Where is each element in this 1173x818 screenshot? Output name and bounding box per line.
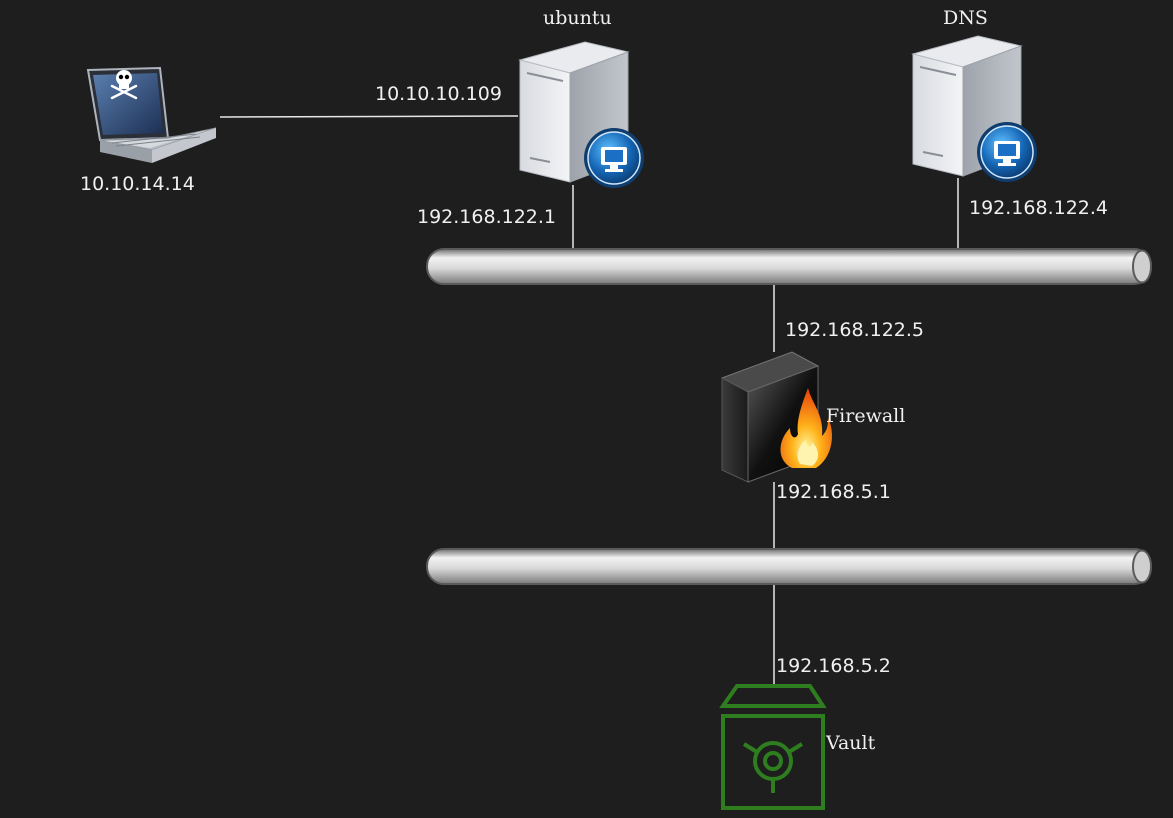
server-icon[interactable] (518, 41, 644, 188)
link-attacker-ubuntu (219, 115, 519, 118)
vault-icon[interactable] (719, 684, 827, 810)
network-bus-192-168-5 (426, 548, 1152, 585)
firewall-outer-ip-label: 192.168.122.5 (785, 319, 925, 341)
dns-ip-label: 192.168.122.4 (969, 197, 1109, 219)
network-bus-192-168-122 (426, 248, 1152, 285)
firewall-inner-ip-label: 192.168.5.1 (776, 481, 891, 503)
firewall-icon[interactable] (720, 351, 832, 483)
firewall-name-label: Firewall (826, 405, 906, 427)
server-icon[interactable] (911, 35, 1037, 182)
network-diagram: 10.10.14.14 ubuntu 10.10.10.109 192.168.… (0, 0, 1173, 818)
diagram-canvas (86, 35, 1152, 810)
hacker-laptop-icon[interactable] (86, 66, 217, 163)
ubuntu-internal-ip-label: 192.168.122.1 (417, 206, 557, 228)
dns-name-label: DNS (943, 7, 988, 29)
vault-ip-label: 192.168.5.2 (776, 655, 891, 677)
vault-name-label: Vault (826, 732, 876, 754)
ubuntu-name-label: ubuntu (543, 7, 612, 29)
links (219, 115, 959, 686)
attacker-ip-label: 10.10.14.14 (80, 173, 195, 195)
ubuntu-external-ip-label: 10.10.10.109 (375, 83, 502, 105)
